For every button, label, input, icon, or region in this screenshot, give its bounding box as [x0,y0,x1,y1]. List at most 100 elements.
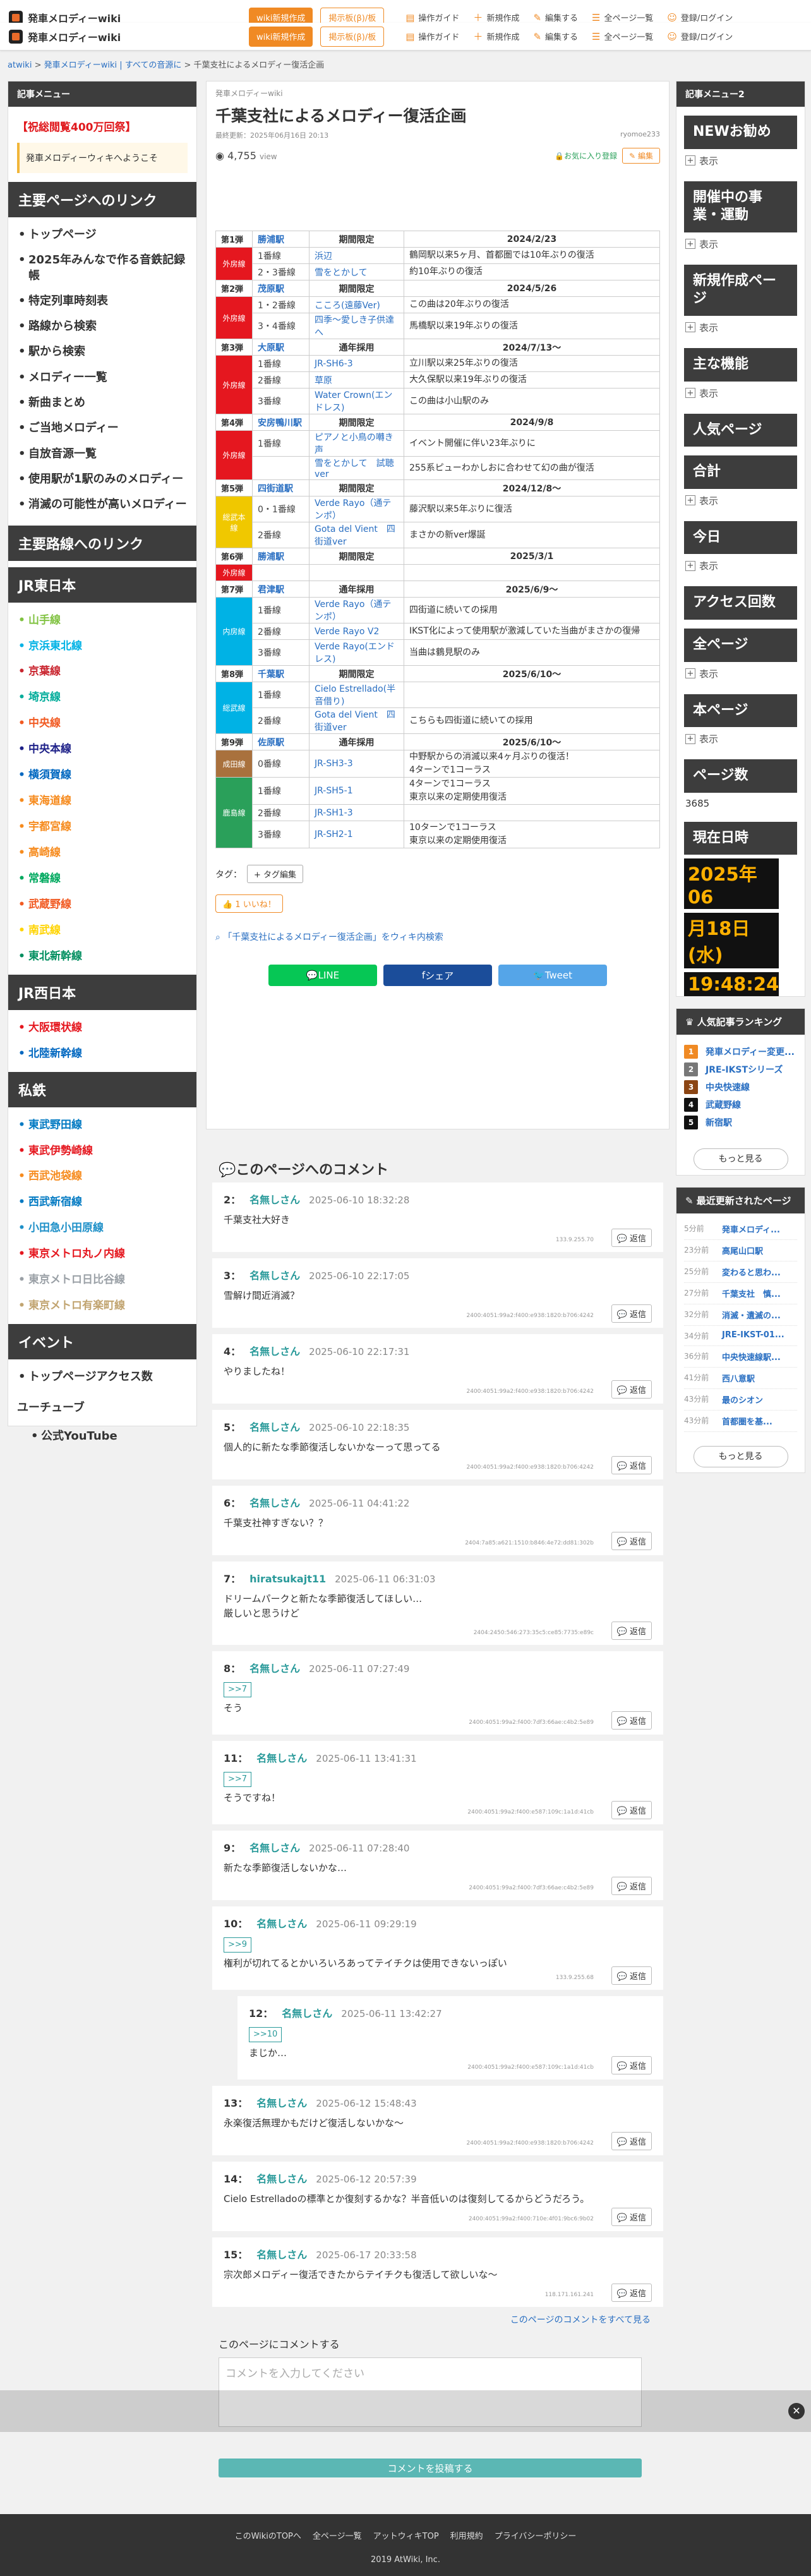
expand-toggle[interactable]: + 表示 [685,321,796,334]
edit-link[interactable]: ✎ 編集する [533,11,578,24]
reply-button[interactable]: 💬 返信 [611,1229,652,1247]
station-link[interactable]: 安房鴨川駅 [252,414,309,431]
ranking-item[interactable]: 2 JRE-IKSTシリーズ [684,1062,797,1076]
comment-author[interactable]: 名無しさん [256,1915,307,1930]
comment-author[interactable]: 名無しさん [282,2005,332,2020]
comment-author[interactable]: 名無しさん [249,1660,300,1675]
melody-link[interactable]: Verde Rayo（通テンポ） [309,496,404,522]
jre-line-item[interactable]: 東海道線 [8,788,196,814]
ranking-item[interactable]: 3 中央快速線 [684,1080,797,1094]
reply-anchor[interactable]: >>7 [224,1682,252,1698]
new-link[interactable]: ＋新規作成 [473,30,519,43]
line-share-button[interactable]: 💬 LINE [268,965,377,986]
melody-link[interactable]: JR-SH1-3 [309,804,404,821]
reply-button[interactable]: 💬 返信 [611,1622,652,1640]
station-link[interactable]: 千葉駅 [252,665,309,682]
comment-author[interactable]: 名無しさん [256,2095,307,2110]
updates-more-button[interactable]: もっと見る [693,1446,788,1467]
station-link[interactable]: 勝浦駅 [252,548,309,565]
pvt-line-item[interactable]: 小田急小田原線 [8,1215,196,1241]
expand-toggle[interactable]: + 表示 [685,154,796,167]
jre-line-item[interactable]: 常磐線 [8,866,196,892]
jre-line-item[interactable]: 東北新幹線 [8,944,196,970]
expand-toggle[interactable]: + 表示 [685,559,796,572]
footer-link[interactable]: このWikiのTOPへ [235,2529,301,2541]
pvt-line-item[interactable]: 西武池袋線 [8,1164,196,1189]
jre-line-item[interactable]: 埼京線 [8,685,196,711]
recent-update-item[interactable]: 41分前 西八意駅 [684,1368,797,1389]
pvt-line-item[interactable]: 東京メトロ丸ノ内線 [8,1241,196,1267]
expand-toggle[interactable]: + 表示 [685,494,796,507]
jrw-line-item[interactable]: 大阪環状線 [8,1015,196,1041]
station-link[interactable]: 勝浦駅 [252,231,309,248]
main-link-item[interactable]: ご当地メロディー [8,416,196,441]
melody-link[interactable]: JR-SH5-1 [309,777,404,805]
melody-link[interactable]: JR-SH6-3 [309,355,404,372]
main-link-item[interactable]: 特定列車時刻表 [8,289,196,314]
recent-update-item[interactable]: 36分前 中央快速線駅... [684,1346,797,1368]
reply-button[interactable]: 💬 返信 [611,1801,652,1819]
melody-link[interactable] [309,564,404,581]
comment-author[interactable]: 名無しさん [249,1419,300,1434]
melody-link[interactable]: 雪をとかして 試聴ver [309,456,404,480]
tag-edit-button[interactable]: + タグ編集 [247,865,304,883]
wiki-search-link[interactable]: ⌕ 「千葉支社によるメロディー復活企画」をウィキ内検索 [215,930,660,943]
sticky-logo[interactable]: 発車メロディーwiki [9,29,249,44]
login-link[interactable]: ☺ 登録/ログイン [667,11,733,24]
edit-button[interactable]: ✎ 編集 [622,148,660,164]
jrw-line-item[interactable]: 北陸新幹線 [8,1041,196,1067]
author[interactable]: ryomoe233 [620,130,660,140]
footer-link[interactable]: プライバシーポリシー [495,2529,577,2541]
station-link[interactable]: 君津駅 [252,581,309,598]
expand-toggle[interactable]: + 表示 [685,387,796,400]
reply-button[interactable]: 💬 返信 [611,1532,652,1550]
crumb-atwiki[interactable]: atwiki [8,61,32,70]
reply-button[interactable]: 💬 返信 [611,1877,652,1895]
recent-update-item[interactable]: 34分前 JRE-IKST-01... [684,1326,797,1346]
pvt-line-item[interactable]: 東武伊勢崎線 [8,1138,196,1164]
comment-author[interactable]: 名無しさん [249,1839,300,1855]
melody-link[interactable]: Gota del Vient 四街道ver [309,522,404,548]
guide-link[interactable]: ▤ 操作ガイド [406,11,459,24]
recent-update-item[interactable]: 43分前 最のシオン [684,1389,797,1411]
guide-link[interactable]: ▤ 操作ガイド [406,30,459,43]
ranking-item[interactable]: 4 武蔵野線 [684,1098,797,1112]
footer-link[interactable]: 全ページ一覧 [313,2529,362,2541]
reply-button[interactable]: 💬 返信 [611,1304,652,1323]
comment-author[interactable]: hiratsukajt11 [249,1573,326,1585]
station-link[interactable]: 大原駅 [252,339,309,356]
jre-line-item[interactable]: 宇都宮線 [8,814,196,840]
facebook-share-button[interactable]: f シェア [383,965,492,986]
melody-link[interactable]: JR-SH3-3 [309,750,404,778]
melody-link[interactable]: 浜辺 [309,247,404,264]
expand-toggle[interactable]: + 表示 [685,667,796,680]
melody-link[interactable]: Gota del Vient 四街道ver [309,707,404,734]
reply-anchor[interactable]: >>7 [224,1772,252,1788]
ranking-more-button[interactable]: もっと見る [693,1148,788,1170]
melody-link[interactable]: Verde Rayo（通テンポ） [309,597,404,623]
reply-button[interactable]: 💬 返信 [611,1966,652,1985]
station-link[interactable]: 佐原駅 [252,733,309,750]
recent-update-item[interactable]: 25分前 変わると思わ... [684,1261,797,1283]
reply-button[interactable]: 💬 返信 [611,2056,652,2074]
pvt-line-item[interactable]: 東京メトロ日比谷線 [8,1267,196,1293]
reply-button[interactable]: 💬 返信 [611,2208,652,2226]
recent-update-item[interactable]: 23分前 高尾山口駅 [684,1240,797,1261]
expand-toggle[interactable]: + 表示 [685,732,796,745]
recent-update-item[interactable]: 32分前 消滅・遺滅の... [684,1304,797,1326]
main-link-item[interactable]: 2025年みんなで作る音鉄記録帳 [8,248,196,289]
recent-update-item[interactable]: 43分前 首都圏を基... [684,1411,797,1432]
melody-link[interactable]: Water Crown(エンドレス) [309,388,404,414]
edit-link[interactable]: ✎ 編集する [533,30,578,43]
comment-author[interactable]: 名無しさん [249,1267,300,1282]
jre-line-item[interactable]: 中央本線 [8,737,196,762]
jre-line-item[interactable]: 山手線 [8,608,196,634]
reply-button[interactable]: 💬 返信 [611,1711,652,1730]
expand-toggle[interactable]: + 表示 [685,238,796,251]
main-link-item[interactable]: 駅から検索 [8,339,196,364]
main-link-item[interactable]: 使用駅が1駅のみのメロディー [8,467,196,492]
post-comment-button[interactable]: コメントを投稿する [219,2459,642,2477]
comment-author[interactable]: 名無しさん [249,1343,300,1358]
tweet-button[interactable]: 🐦 Tweet [498,965,607,986]
comment-author[interactable]: 名無しさん [256,2246,307,2261]
